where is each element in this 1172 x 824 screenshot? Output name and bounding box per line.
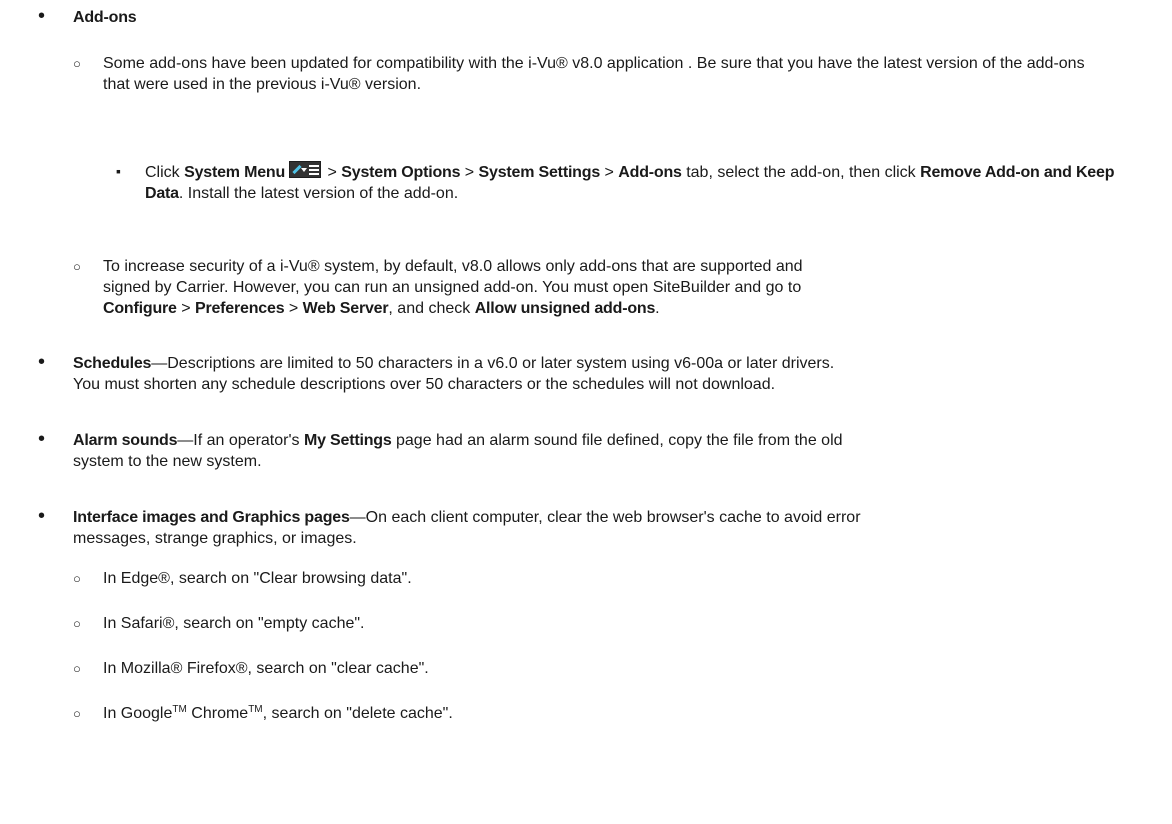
bullet — [38, 352, 45, 374]
preferences-label: Preferences — [194, 300, 285, 317]
addons-compat-note: Some add-ons have been updated for compa… — [103, 53, 1103, 95]
chrome-text: , search on "delete cache". — [262, 705, 453, 722]
system-menu-icon — [289, 161, 322, 178]
addons-compat-text: Some add-ons have been updated for compa… — [103, 55, 1085, 93]
addons-heading: Add-ons — [73, 9, 137, 26]
bullet — [73, 568, 81, 589]
browser-safari: In Safari®, search on "empty cache". — [103, 615, 365, 632]
web-server-label: Web Server — [302, 300, 389, 317]
system-options-label: System Options — [341, 164, 461, 181]
alarm-text: —If an operator's — [177, 432, 304, 449]
addons-step: Click System Menu > System Options > Sys… — [145, 161, 1155, 204]
system-menu-label: System Menu — [184, 164, 286, 181]
schedules-heading: Schedules — [73, 355, 152, 372]
chrome-text: Chrome — [186, 705, 249, 722]
separator: > — [176, 300, 195, 317]
document-page: Add-ons Some add-ons have been updated f… — [0, 0, 1172, 824]
bullet — [73, 613, 81, 634]
security-text: signed by Carrier. However, you can run … — [103, 279, 802, 296]
security-text: . — [655, 300, 660, 317]
browser-chrome: In GoogleTM ChromeTM, search on "delete … — [103, 703, 453, 724]
bullet — [116, 161, 121, 182]
browser-firefox: In Mozilla® Firefox®, search on "clear c… — [103, 660, 429, 677]
configure-label: Configure — [103, 300, 177, 317]
security-text: To increase security of a i-Vu® system, … — [103, 258, 803, 275]
system-settings-label: System Settings — [478, 164, 601, 181]
schedules-item: Schedules—Descriptions are limited to 50… — [73, 353, 1163, 395]
chrome-text: In Google — [103, 705, 173, 722]
alarm-heading: Alarm sounds — [73, 432, 178, 449]
step-text: tab, select the add-on, then click — [681, 164, 921, 181]
interface-item: Interface images and Graphics pages—On e… — [73, 507, 1168, 549]
interface-text: messages, strange graphics, or images. — [73, 530, 357, 547]
bullet — [38, 6, 45, 28]
separator: > — [460, 164, 479, 181]
security-text: , and check — [388, 300, 475, 317]
interface-heading: Interface images and Graphics pages — [73, 509, 350, 526]
my-settings-label: My Settings — [303, 432, 392, 449]
browser-edge: In Edge®, search on "Clear browsing data… — [103, 570, 412, 587]
alarm-item: Alarm sounds—If an operator's My Setting… — [73, 430, 1163, 472]
separator: > — [284, 300, 303, 317]
interface-text: —On each client computer, clear the web … — [349, 509, 861, 526]
schedules-text: You must shorten any schedule descriptio… — [73, 376, 776, 393]
addons-tab-label: Add-ons — [618, 164, 682, 181]
bullet — [73, 53, 81, 74]
bullet — [38, 429, 45, 451]
alarm-text: page had an alarm sound file defined, co… — [391, 432, 843, 449]
bullet — [73, 256, 81, 277]
trademark: TM — [172, 704, 187, 715]
alarm-text: system to the new system. — [73, 453, 262, 470]
security-note: To increase security of a i-Vu® system, … — [103, 256, 1143, 319]
trademark: TM — [248, 704, 263, 715]
bullet — [38, 506, 45, 528]
schedules-text: —Descriptions are limited to 50 characte… — [151, 355, 835, 372]
bullet — [73, 703, 81, 724]
step-text: . Install the latest version of the add-… — [178, 185, 459, 202]
separator: > — [600, 164, 619, 181]
allow-unsigned-label: Allow unsigned add-ons — [474, 300, 656, 317]
bullet — [73, 658, 81, 679]
separator: > — [323, 164, 342, 181]
step-text: Click — [145, 164, 185, 181]
